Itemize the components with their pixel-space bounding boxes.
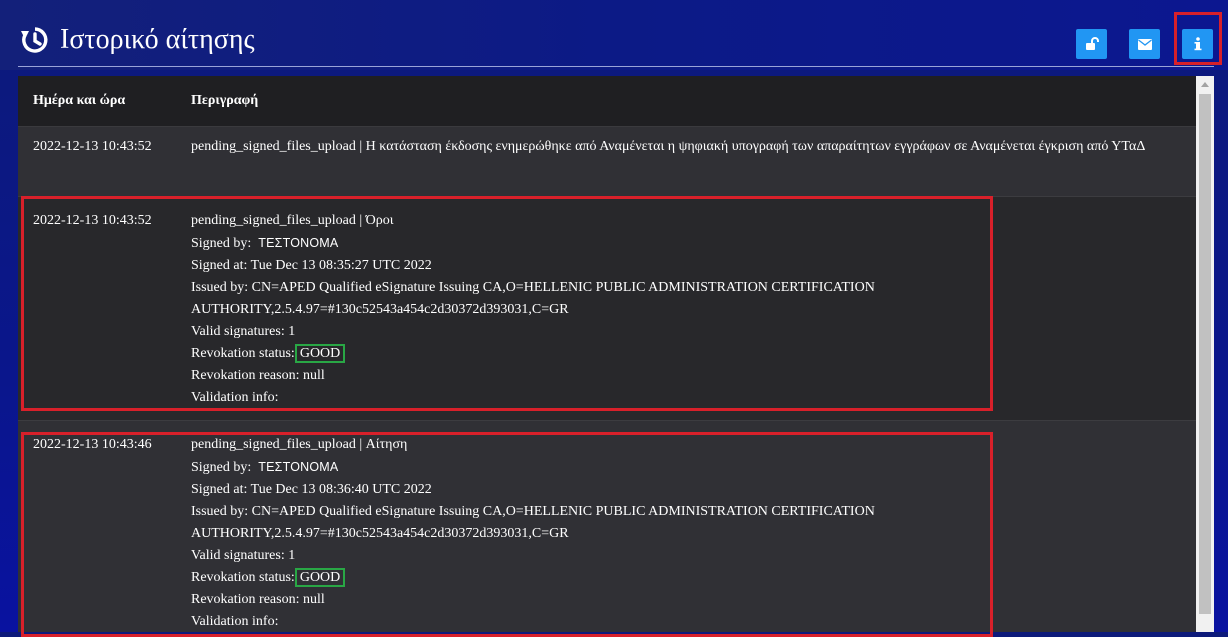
signed-by-line: Signed by: ΤΕΣΤΟΝΟΜΑ [191, 456, 1186, 479]
column-header-description: Περιγραφή [191, 93, 259, 108]
signer-name: ΤΕΣΤΟΝΟΜΑ [258, 460, 339, 474]
issued-by-line: Issued by: CN=APED Qualified eSignature … [191, 504, 875, 519]
header-divider [18, 66, 1214, 67]
info-icon [1194, 37, 1202, 51]
table-row: 2022-12-13 10:43:52 pending_signed_files… [18, 127, 1196, 197]
unlock-button[interactable] [1076, 29, 1107, 59]
table-header: Ημέρα και ώρα Περιγραφή [18, 76, 1196, 127]
page-title-text: Ιστορικό αίτησης [60, 24, 255, 55]
revocation-status-value: GOOD [294, 344, 346, 363]
revocation-status-label: Revokation status: [191, 346, 295, 361]
page-title: Ιστορικό αίτησης [20, 20, 255, 60]
mail-button[interactable] [1129, 29, 1160, 59]
revocation-reason-line: Revokation reason: null [191, 368, 325, 383]
column-header-date: Ημέρα και ώρα [33, 93, 126, 108]
scroll-up-arrow[interactable] [1196, 76, 1214, 93]
row-description: pending_signed_files_upload | Αίτηση Sig… [191, 434, 1196, 632]
revocation-status-label: Revokation status: [191, 570, 295, 585]
validation-info-line: Validation info: [191, 614, 279, 629]
revocation-reason-line: Revokation reason: null [191, 592, 325, 607]
issued-by-line-cont: AUTHORITY,2.5.4.97=#130c52543a454c2d3037… [191, 302, 569, 317]
valid-signatures-line: Valid signatures: 1 [191, 324, 296, 339]
scrollbar-thumb[interactable] [1199, 94, 1211, 614]
signed-by-label: Signed by: [191, 460, 252, 475]
row-date: 2022-12-13 10:43:52 [33, 213, 152, 228]
history-table: Ημέρα και ώρα Περιγραφή 2022-12-13 10:43… [18, 76, 1196, 632]
signed-by-line: Signed by: ΤΕΣΤΟΝΟΜΑ [191, 232, 1186, 255]
unlock-icon [1085, 37, 1099, 51]
valid-signatures-line: Valid signatures: 1 [191, 548, 296, 563]
row-description: pending_signed_files_upload | Όροι Signe… [191, 210, 1196, 420]
signed-at-line: Signed at: Tue Dec 13 08:36:40 UTC 2022 [191, 482, 432, 497]
row-title: pending_signed_files_upload | Αίτηση [191, 437, 408, 452]
row-title: pending_signed_files_upload | Όροι [191, 213, 394, 228]
revocation-status-line: Revokation status: GOOD [191, 567, 1186, 589]
vertical-scrollbar[interactable] [1196, 76, 1214, 632]
row-description: pending_signed_files_upload | Η κατάστασ… [191, 139, 1146, 154]
validation-info-line: Validation info: [191, 390, 279, 405]
issued-by-line-cont: AUTHORITY,2.5.4.97=#130c52543a454c2d3037… [191, 526, 569, 541]
info-button[interactable] [1182, 29, 1213, 59]
signer-name: ΤΕΣΤΟΝΟΜΑ [258, 236, 339, 250]
row-date: 2022-12-13 10:43:52 [33, 139, 152, 154]
envelope-icon [1137, 38, 1152, 50]
row-date: 2022-12-13 10:43:46 [33, 437, 152, 452]
history-icon [20, 25, 50, 55]
table-row: 2022-12-13 10:43:52 pending_signed_files… [18, 197, 1196, 421]
revocation-status-line: Revokation status: GOOD [191, 343, 1186, 365]
signed-at-line: Signed at: Tue Dec 13 08:35:27 UTC 2022 [191, 258, 432, 273]
header-bar: Ιστορικό αίτησης [0, 0, 1228, 70]
signed-by-label: Signed by: [191, 236, 252, 251]
table-row: 2022-12-13 10:43:46 pending_signed_files… [18, 421, 1196, 632]
revocation-status-value: GOOD [294, 568, 346, 587]
issued-by-line: Issued by: CN=APED Qualified eSignature … [191, 280, 875, 295]
